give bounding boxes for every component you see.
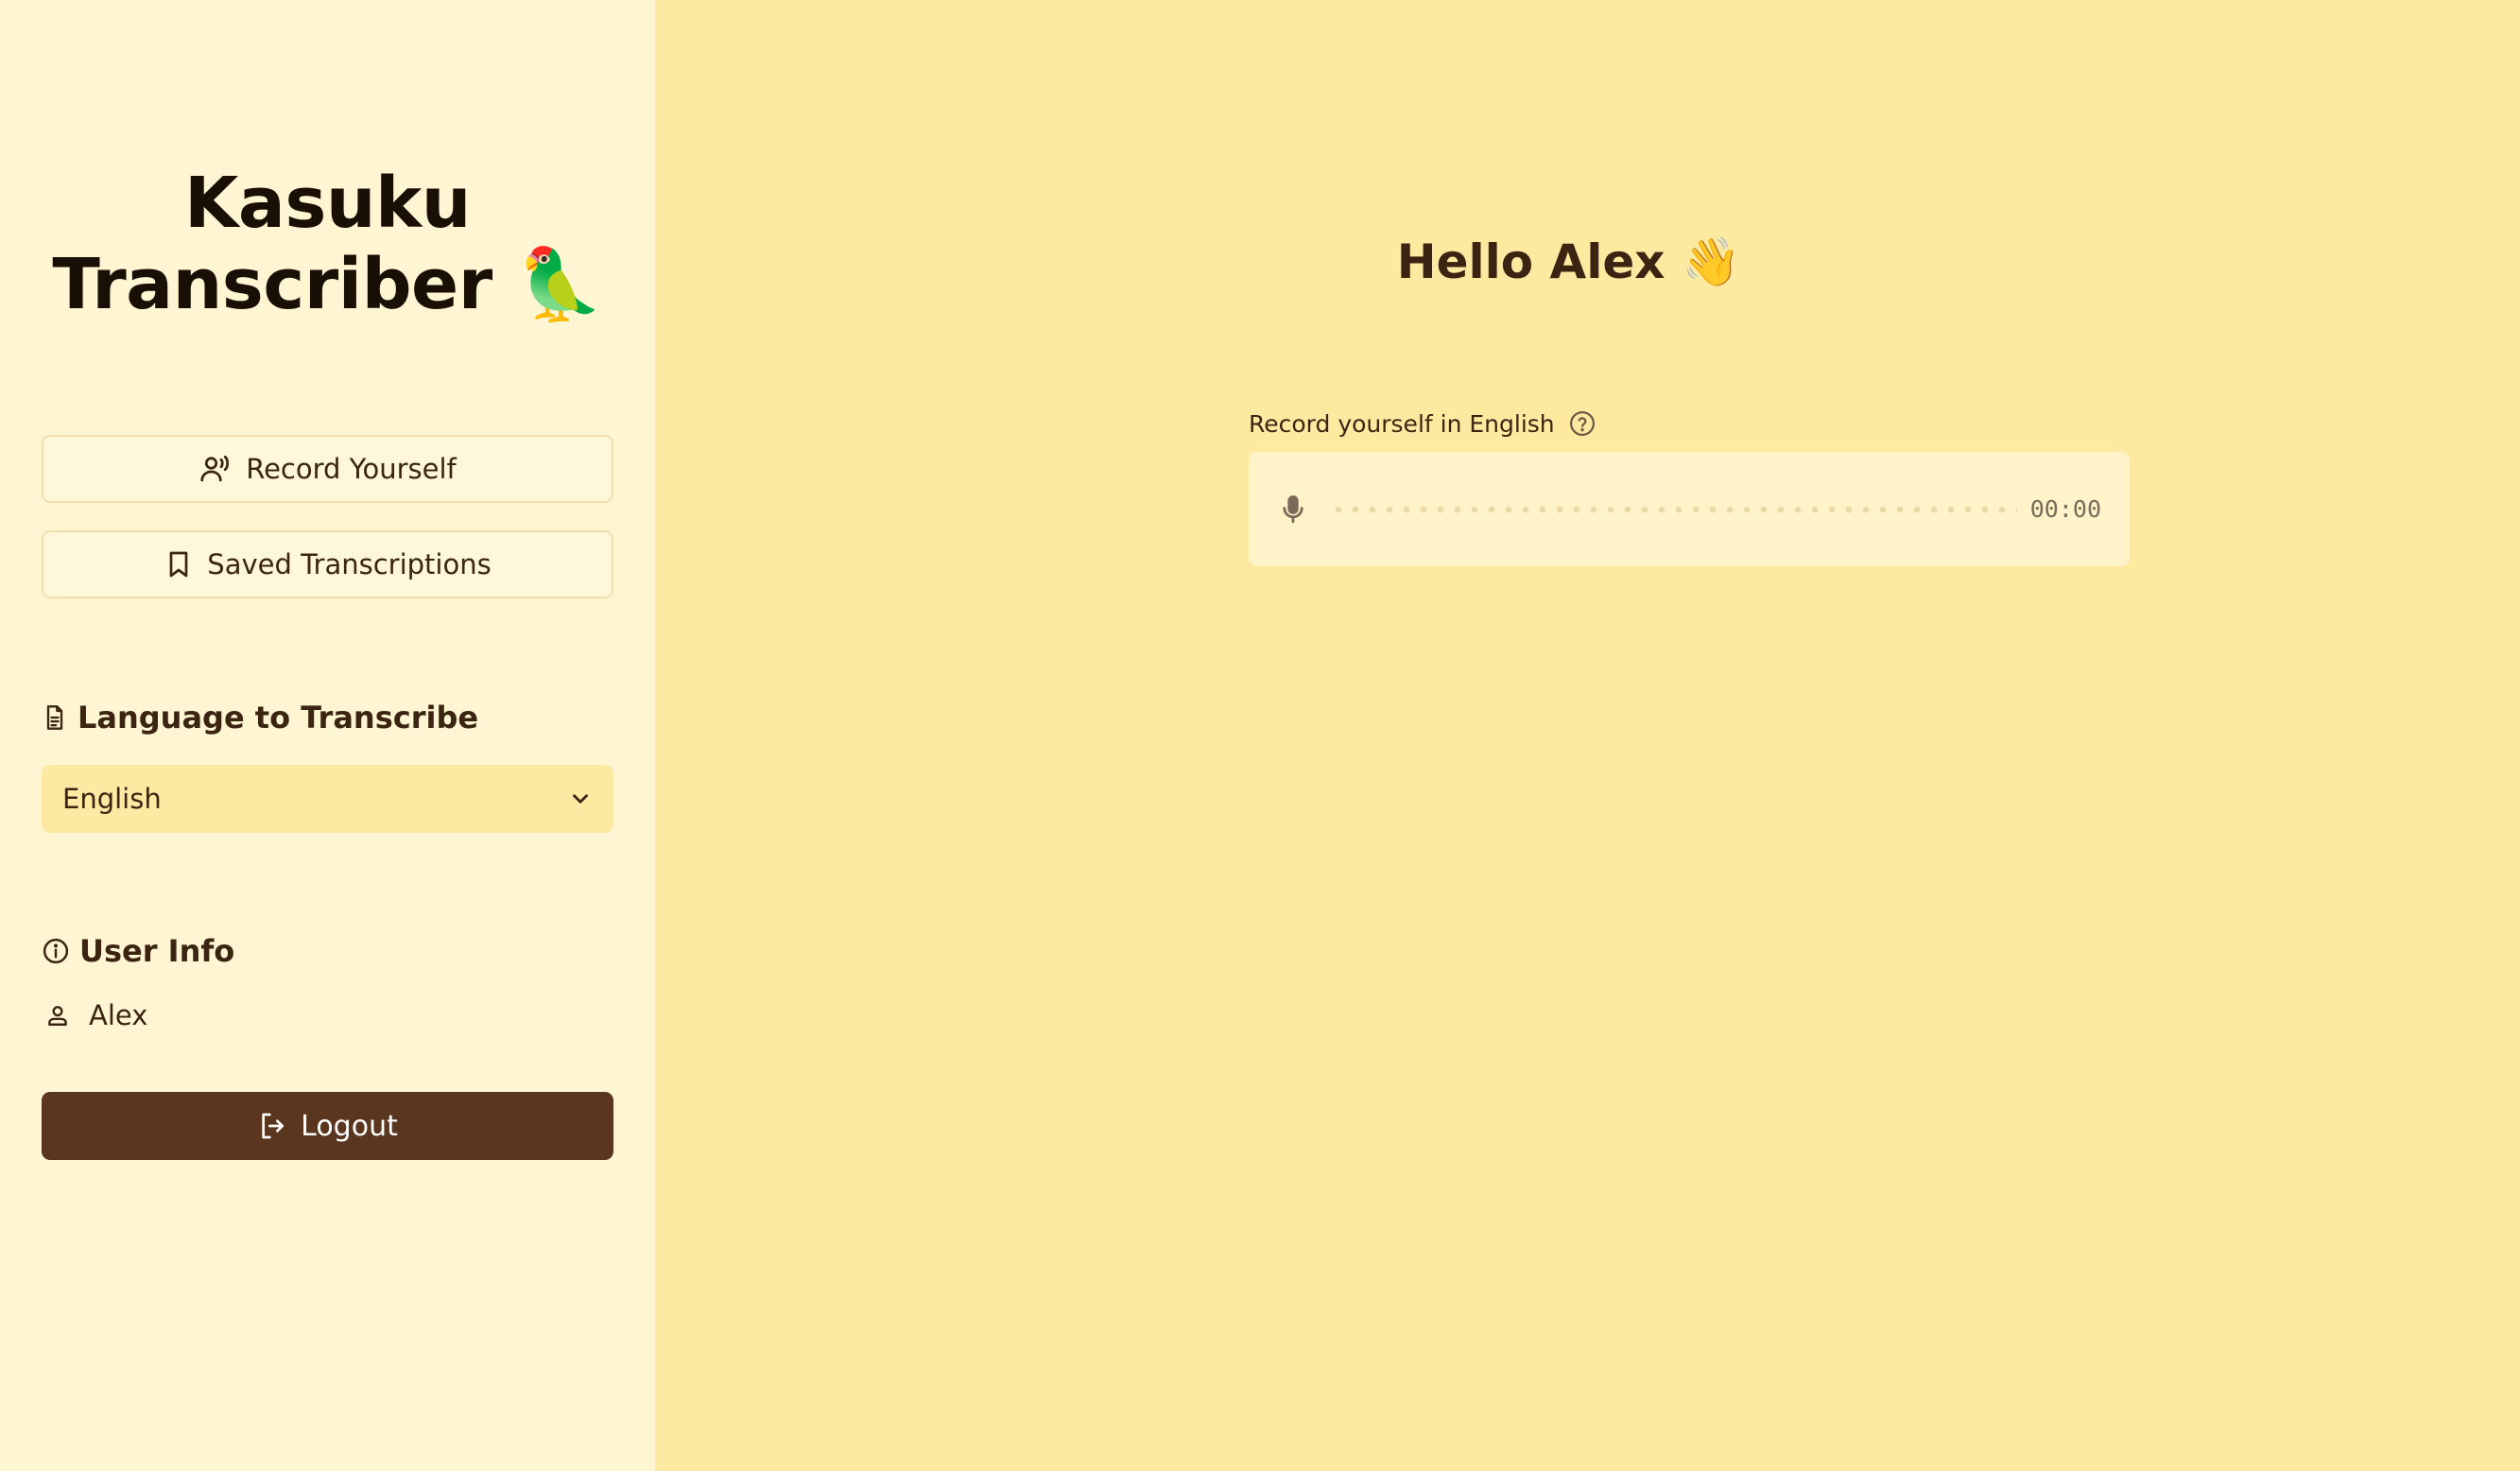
record-yourself-label: Record Yourself	[246, 453, 457, 485]
saved-transcriptions-label: Saved Transcriptions	[207, 548, 492, 580]
language-selected-value: English	[62, 783, 162, 815]
document-icon	[42, 703, 68, 732]
record-prompt-text: Record yourself in English	[1249, 409, 1555, 438]
audio-recorder: 00:00	[1249, 452, 2130, 566]
app-title-line1: Kasuku	[184, 163, 471, 244]
main-panel: Hello Alex 👋 Record yourself in English	[655, 0, 2520, 1471]
waveform-placeholder	[1330, 504, 2017, 514]
user-name: Alex	[89, 999, 148, 1031]
record-yourself-button[interactable]: Record Yourself	[42, 435, 613, 503]
bookmark-icon	[164, 549, 194, 580]
language-select[interactable]: English	[42, 765, 613, 833]
app-root: Kasuku Transcriber 🦜 Record Yourself Sav	[0, 0, 2520, 1471]
user-icon	[45, 1003, 70, 1028]
logout-icon	[257, 1111, 287, 1141]
help-circle-icon[interactable]	[1568, 409, 1597, 438]
logout-label: Logout	[301, 1109, 398, 1143]
logout-button[interactable]: Logout	[42, 1092, 613, 1160]
saved-transcriptions-button[interactable]: Saved Transcriptions	[42, 530, 613, 598]
record-timer: 00:00	[2029, 495, 2101, 523]
language-heading-text: Language to Transcribe	[78, 700, 479, 736]
user-info-heading-text: User Info	[79, 933, 235, 969]
app-title: Kasuku Transcriber 🦜	[0, 163, 655, 325]
record-prompt: Record yourself in English	[1249, 409, 1597, 438]
language-heading: Language to Transcribe	[42, 700, 478, 736]
chevron-down-icon	[568, 787, 593, 811]
voice-user-icon	[198, 452, 233, 486]
user-row: Alex	[45, 999, 147, 1031]
app-title-line2: Transcriber 🦜	[52, 244, 603, 325]
greeting-heading: Hello Alex 👋	[1396, 234, 1741, 289]
info-icon	[42, 937, 70, 965]
user-info-heading: User Info	[42, 933, 234, 969]
sidebar: Kasuku Transcriber 🦜 Record Yourself Sav	[0, 0, 655, 1471]
microphone-icon[interactable]	[1277, 493, 1309, 526]
